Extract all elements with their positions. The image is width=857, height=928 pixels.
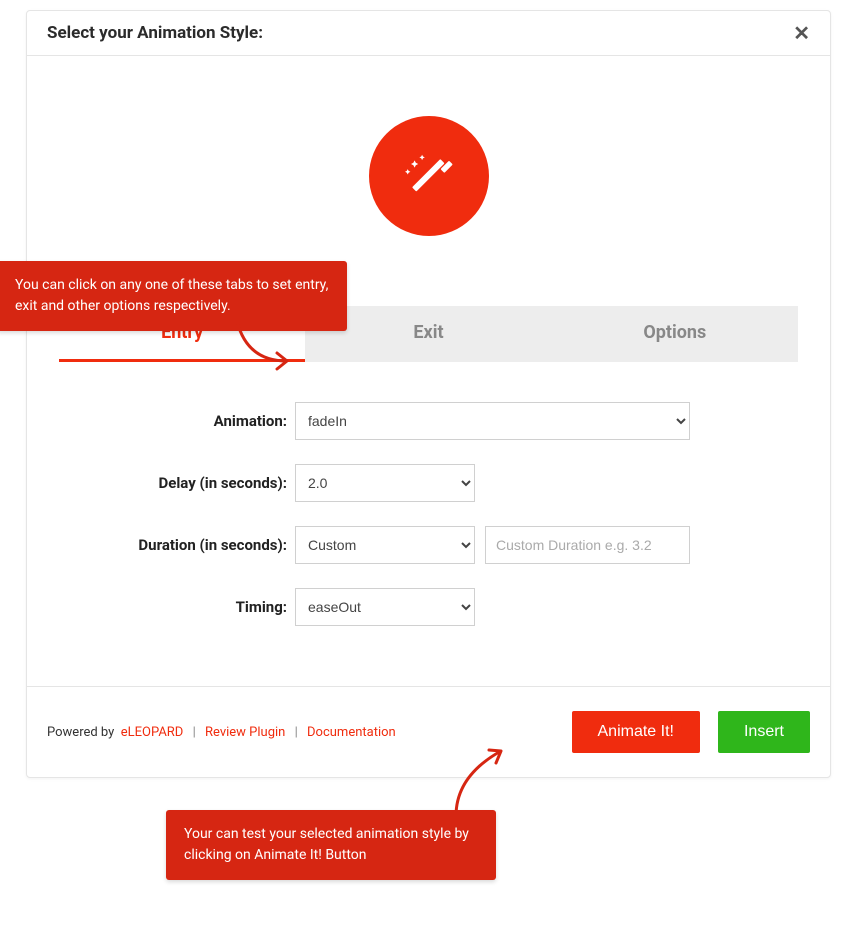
custom-duration-input[interactable]	[485, 526, 690, 564]
wand-row	[47, 116, 810, 236]
modal-title: Select your Animation Style:	[47, 23, 263, 43]
animation-label: Animation:	[67, 412, 295, 430]
delay-select[interactable]: 2.0	[295, 464, 475, 502]
row-animation: Animation: fadeIn	[67, 402, 790, 440]
duration-select[interactable]: Custom	[295, 526, 475, 564]
animation-style-modal: Select your Animation Style: ✕ Ent	[26, 10, 831, 778]
tabs-tooltip: You can click on any one of these tabs t…	[0, 261, 347, 331]
tab-options[interactable]: Options	[552, 306, 798, 362]
powered-by-text: Powered by eLEOPARD | Review Plugin | Do…	[47, 725, 396, 740]
modal-header: Select your Animation Style: ✕	[27, 11, 830, 56]
close-icon[interactable]: ✕	[793, 23, 810, 43]
bottom-callout-wrap: Your can test your selected animation st…	[26, 778, 831, 918]
eleopard-link[interactable]: eLEOPARD	[121, 725, 184, 740]
timing-select[interactable]: easeOut	[295, 588, 475, 626]
review-plugin-link[interactable]: Review Plugin	[205, 725, 285, 740]
row-duration: Duration (in seconds): Custom	[67, 526, 790, 564]
delay-label: Delay (in seconds):	[67, 474, 295, 492]
modal-footer: Powered by eLEOPARD | Review Plugin | Do…	[27, 686, 830, 777]
separator: |	[193, 725, 196, 740]
animate-it-button[interactable]: Animate It!	[572, 711, 700, 753]
documentation-link[interactable]: Documentation	[307, 725, 396, 740]
magic-wand-icon	[369, 116, 489, 236]
animation-select[interactable]: fadeIn	[295, 402, 690, 440]
modal-body: Entry Exit Options Animation: fadeIn Del…	[27, 56, 830, 686]
form-area: Animation: fadeIn Delay (in seconds): 2.…	[47, 362, 810, 666]
animate-tooltip: Your can test your selected animation st…	[166, 810, 496, 880]
duration-label: Duration (in seconds):	[67, 536, 295, 554]
timing-label: Timing:	[67, 598, 295, 616]
row-timing: Timing: easeOut	[67, 588, 790, 626]
insert-button[interactable]: Insert	[718, 711, 810, 753]
separator: |	[295, 725, 298, 740]
powered-by-label: Powered by	[47, 725, 114, 740]
row-delay: Delay (in seconds): 2.0	[67, 464, 790, 502]
